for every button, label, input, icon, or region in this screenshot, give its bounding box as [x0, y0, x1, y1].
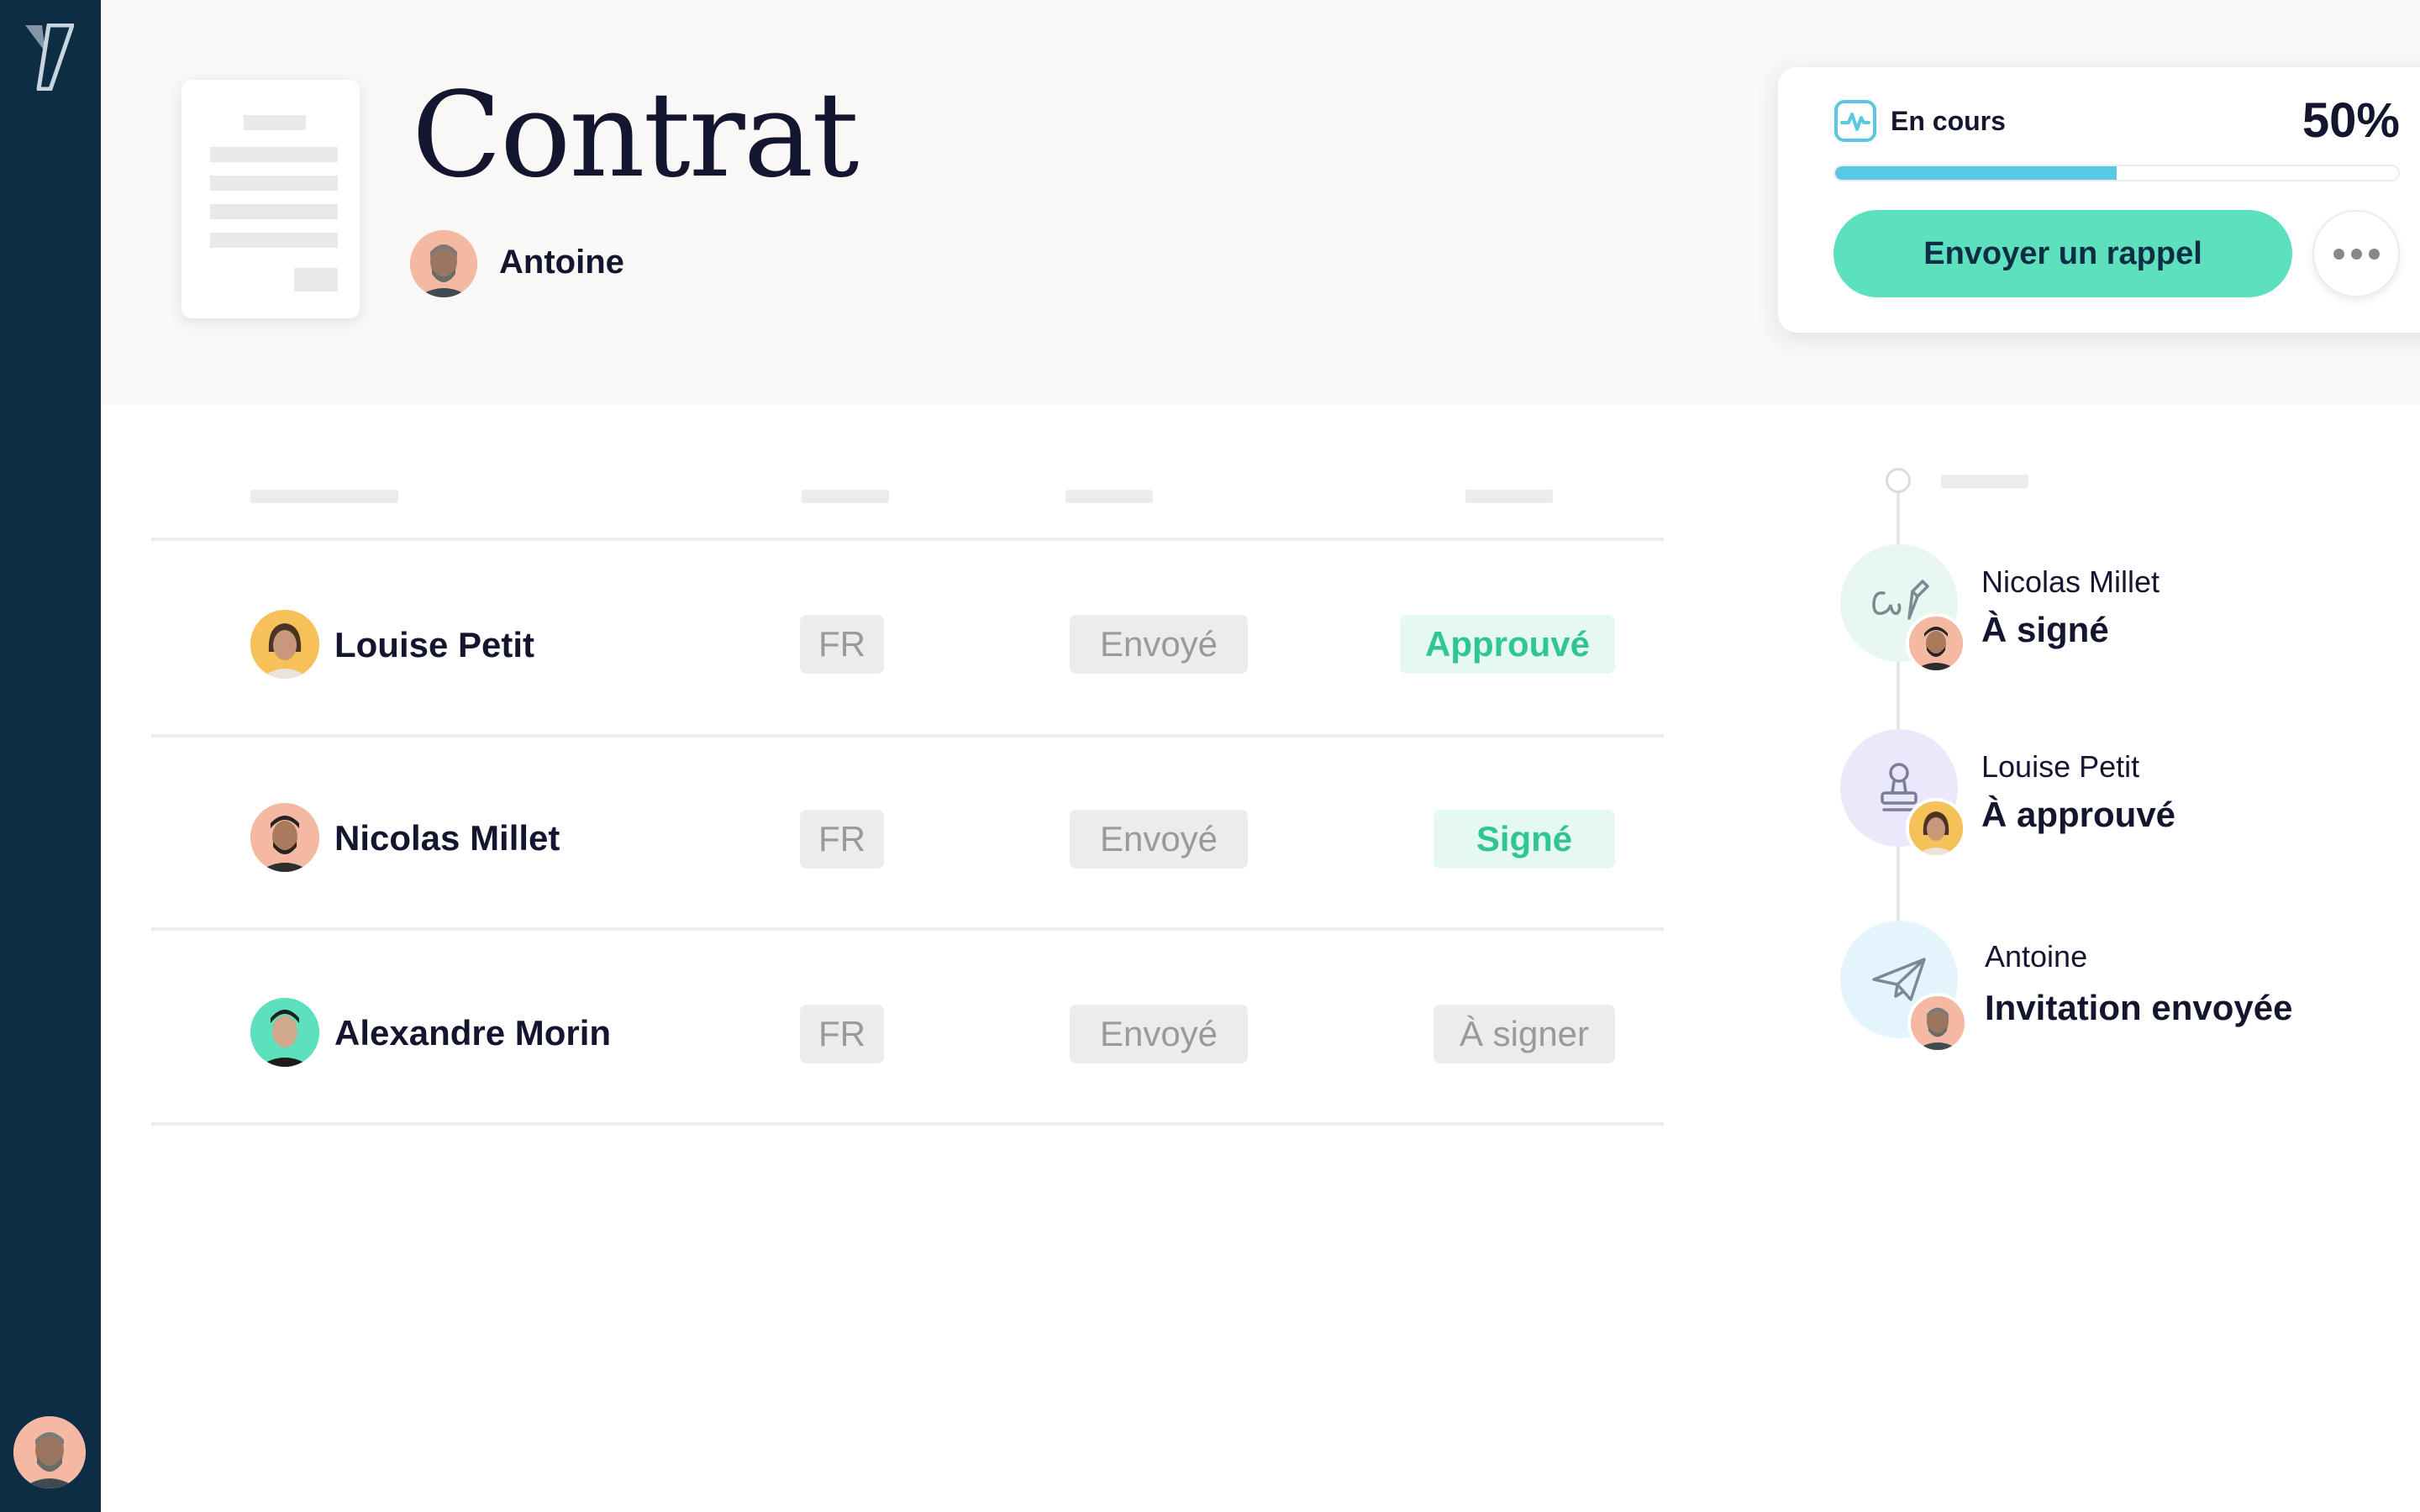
timeline-action: À signé — [1981, 610, 2109, 649]
signer-name: Louise Petit — [334, 625, 535, 664]
progress-percent: 50% — [2302, 93, 2400, 148]
document-header: Contrat Antoine En cours 50% Envoyer un … — [101, 0, 2420, 405]
status-badge: Approuvé — [1400, 615, 1615, 674]
more-options-button[interactable] — [2312, 210, 2400, 297]
delivery-badge: Envoyé — [1070, 810, 1248, 869]
app-logo-icon[interactable] — [24, 24, 74, 91]
sidebar — [0, 0, 101, 1512]
table-row[interactable]: Nicolas Millet FR Envoyé Signé — [151, 736, 1664, 927]
status-badge: Signé — [1434, 810, 1615, 869]
progress-bar — [1833, 165, 2400, 181]
timeline-actor: Antoine — [1985, 939, 2088, 974]
progress-fill — [1835, 166, 2117, 180]
send-reminder-button[interactable]: Envoyer un rappel — [1833, 210, 2292, 297]
timeline-action: Invitation envoyée — [1985, 988, 2293, 1027]
table-row[interactable]: Louise Petit FR Envoyé Approuvé — [151, 541, 1664, 732]
timeline-start-dot — [1886, 468, 1911, 493]
signer-avatar — [250, 610, 319, 679]
signer-avatar — [250, 998, 319, 1067]
more-icon — [2333, 248, 2344, 260]
column-header-delivery — [1065, 490, 1153, 503]
delivery-badge: Envoyé — [1070, 1005, 1248, 1063]
page-title: Contrat — [412, 67, 859, 204]
activity-icon — [1834, 100, 1876, 142]
column-header-status — [1465, 490, 1553, 503]
status-badge: À signer — [1434, 1005, 1615, 1063]
signer-avatar — [250, 803, 319, 872]
delivery-badge: Envoyé — [1070, 615, 1248, 674]
language-badge: FR — [800, 810, 884, 869]
timeline-actor-avatar — [1906, 798, 1966, 858]
language-badge: FR — [800, 1005, 884, 1063]
column-header-name — [250, 490, 398, 503]
timeline-actor: Nicolas Millet — [1981, 564, 2160, 599]
column-header-language — [802, 490, 889, 503]
table-divider — [151, 1122, 1664, 1126]
language-badge: FR — [800, 615, 884, 674]
owner-name: Antoine — [499, 244, 624, 281]
signer-name: Alexandre Morin — [334, 1013, 612, 1053]
timeline-actor-avatar — [1906, 613, 1966, 674]
timeline-actor-avatar — [1907, 993, 1968, 1053]
timeline-actor: Louise Petit — [1981, 749, 2140, 784]
user-avatar[interactable] — [13, 1416, 86, 1488]
signer-name: Nicolas Millet — [334, 818, 560, 858]
status-card: En cours 50% Envoyer un rappel — [1778, 67, 2420, 333]
document-thumbnail[interactable] — [182, 80, 360, 318]
timeline-action: À approuvé — [1981, 795, 2176, 834]
paper-plane-icon — [1872, 958, 1926, 1001]
timeline-header — [1941, 475, 2028, 488]
status-label: En cours — [1891, 106, 2006, 136]
owner-avatar — [410, 230, 477, 297]
table-row[interactable]: Alexandre Morin FR Envoyé À signer — [151, 931, 1664, 1122]
